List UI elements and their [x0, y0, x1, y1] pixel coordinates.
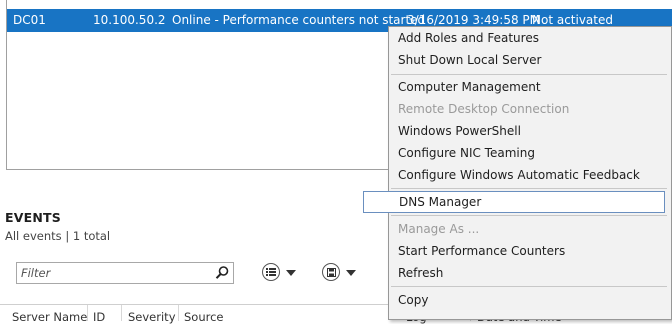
- server-status-cell: Online - Performance counters not starte…: [172, 13, 426, 27]
- menu-item-copy[interactable]: Copy: [390, 289, 670, 311]
- column-divider[interactable]: [87, 305, 88, 321]
- menu-item-dns-manager[interactable]: DNS Manager: [363, 191, 665, 213]
- menu-item-computer-management[interactable]: Computer Management: [390, 76, 670, 98]
- filter-box: [16, 262, 234, 284]
- save-query-button[interactable]: [322, 263, 362, 283]
- server-ip-cell: 10.100.50.2: [93, 13, 166, 27]
- menu-item-remote-desktop: Remote Desktop Connection: [398, 102, 570, 116]
- server-name-cell: DC01: [13, 13, 46, 27]
- menu-item-shut-down[interactable]: Shut Down Local Server: [390, 49, 670, 71]
- server-activation-cell: Not activated: [532, 13, 613, 27]
- list-options-button[interactable]: [262, 263, 302, 283]
- chevron-down-icon: [346, 270, 356, 276]
- column-divider[interactable]: [121, 305, 122, 321]
- column-header-server-name[interactable]: Server Name: [12, 310, 87, 324]
- events-section-title: EVENTS: [5, 210, 61, 225]
- column-header-source[interactable]: Source: [184, 310, 224, 324]
- menu-item-manage-as: Manage As ...: [398, 222, 480, 236]
- menu-separator: [391, 74, 667, 75]
- list-options-icon: [262, 263, 280, 281]
- menu-separator: [391, 215, 667, 216]
- server-date-cell: 3/16/2019 3:49:58 PM: [407, 13, 541, 27]
- menu-item-refresh[interactable]: Refresh: [390, 262, 670, 284]
- events-count-summary: All events | 1 total: [5, 229, 111, 243]
- menu-item-automatic-feedback[interactable]: Configure Windows Automatic Feedback: [390, 164, 670, 186]
- column-header-id[interactable]: ID: [93, 310, 105, 324]
- save-icon: [322, 263, 340, 281]
- menu-separator: [391, 286, 667, 287]
- menu-separator: [391, 188, 667, 189]
- search-icon[interactable]: [214, 265, 230, 281]
- menu-item-windows-powershell[interactable]: Windows PowerShell: [390, 120, 670, 142]
- chevron-down-icon: [286, 270, 296, 276]
- column-divider[interactable]: [178, 305, 179, 321]
- server-context-menu: Add Roles and Features Shut Down Local S…: [363, 26, 672, 320]
- menu-item-nic-teaming[interactable]: Configure NIC Teaming: [390, 142, 670, 164]
- column-header-severity[interactable]: Severity: [128, 310, 176, 324]
- menu-item-add-roles[interactable]: Add Roles and Features: [390, 27, 670, 49]
- menu-item-start-performance-counters[interactable]: Start Performance Counters: [390, 240, 670, 262]
- filter-input[interactable]: [19, 264, 213, 282]
